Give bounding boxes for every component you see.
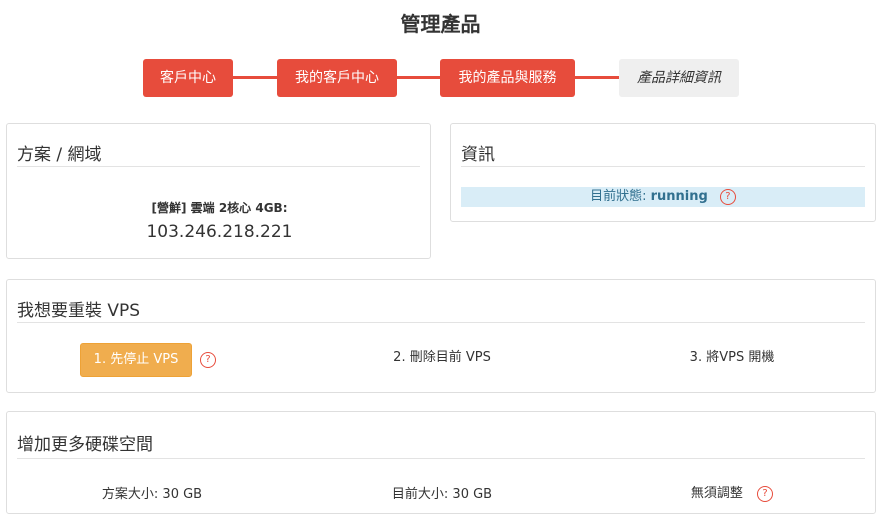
- page-title: 管理產品: [400, 12, 481, 36]
- help-icon[interactable]: ?: [200, 352, 216, 368]
- plan-size: 方案大小: 30 GB: [101, 487, 203, 502]
- stop-vps-button[interactable]: 1. 先停止 VPS: [80, 343, 192, 377]
- divider: [17, 166, 420, 167]
- plan-panel: 方案 / 網域 [營鮮] 雲端 2核心 4GB: 103.246.218.221: [6, 123, 431, 259]
- adjust-label: 無須調整: [690, 486, 743, 501]
- adjust-status: 無須調整 ?: [587, 482, 877, 502]
- info-panel-title: 資訊: [461, 145, 495, 165]
- reinstall-panel-title: 我想要重裝 VPS: [17, 301, 141, 321]
- divider: [461, 166, 865, 167]
- disk-panel-title: 增加更多硬碟空間: [17, 435, 153, 455]
- disk-panel: 增加更多硬碟空間 方案大小: 30 GB 目前大小: 30 GB 無須調整 ?: [6, 411, 876, 514]
- reinstall-panel: 我想要重裝 VPS 1. 先停止 VPS ? 2. 刪除目前 VPS 3. 將V…: [6, 279, 876, 393]
- product-name: [營鮮] 雲端 2核心 4GB:: [151, 201, 288, 215]
- help-icon[interactable]: ?: [757, 485, 774, 502]
- info-panel: 資訊 目前狀態: running ?: [450, 123, 876, 222]
- divider: [17, 322, 865, 323]
- current-size: 目前大小: 30 GB: [391, 487, 493, 502]
- breadcrumb-client-center[interactable]: 客戶中心: [143, 59, 233, 97]
- help-icon[interactable]: ?: [719, 188, 736, 205]
- divider: [17, 458, 865, 459]
- plan-panel-title: 方案 / 網域: [17, 145, 102, 165]
- breadcrumb-connector: [396, 76, 441, 79]
- breadcrumb-my-client-center[interactable]: 我的客戶中心: [277, 59, 397, 97]
- breadcrumb-my-products[interactable]: 我的產品與服務: [440, 59, 575, 97]
- delete-vps-step: 2. 刪除目前 VPS: [393, 350, 491, 365]
- breadcrumb-connector: [232, 76, 278, 79]
- status-bar: 目前狀態: running ?: [461, 187, 865, 207]
- breadcrumb-connector: [574, 76, 620, 79]
- status-value: running: [650, 189, 708, 204]
- breadcrumb-product-details: 產品詳細資訊: [619, 59, 739, 97]
- boot-vps-step: 3. 將VPS 開機: [689, 350, 775, 365]
- product-ip: 103.246.218.221: [146, 222, 293, 242]
- status-label: 目前狀態:: [590, 189, 647, 204]
